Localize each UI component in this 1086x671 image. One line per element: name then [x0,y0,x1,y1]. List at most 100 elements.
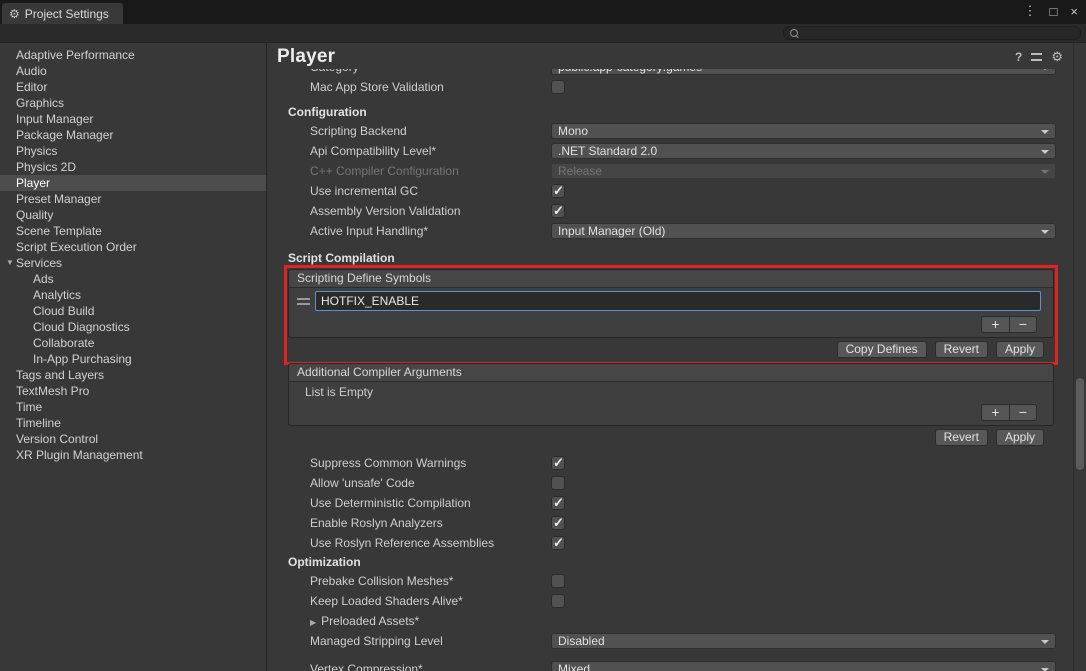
define-symbols-list: Scripting Define Symbols + − [288,269,1054,338]
sidebar-item-tags-and-layers[interactable]: Tags and Layers [0,367,266,383]
keep-loaded-shaders-alive-checkbox[interactable] [551,594,565,608]
sidebar-item-analytics[interactable]: Analytics [0,287,266,303]
row-prebake-collision-meshes: Prebake Collision Meshes* [267,571,1073,591]
sidebar-item-textmesh-pro[interactable]: TextMesh Pro [0,383,266,399]
sidebar-item-script-execution-order[interactable]: Script Execution Order [0,239,266,255]
sidebar-item-version-control[interactable]: Version Control [0,431,266,447]
remove-define-button[interactable]: − [1009,317,1036,332]
compiler-arguments-list: Additional Compiler Arguments List is Em… [288,363,1054,426]
script-compilation-section-header: Script Compilation [288,251,395,265]
gear-icon: ⚙ [9,6,20,21]
use-incremental-gc-checkbox[interactable] [551,183,565,199]
sidebar-item-in-app-purchasing[interactable]: In-App Purchasing [0,351,266,367]
page-title: Player [277,46,336,67]
dropdown-caret-icon [1041,230,1049,234]
active-input-handling-dropdown[interactable]: Input Manager (Old) [551,223,1056,239]
close-icon[interactable]: × [1070,4,1078,19]
dropdown-caret-icon [1041,150,1049,154]
suppress-common-warnings-checkbox[interactable] [551,455,565,471]
sidebar-item-package-manager[interactable]: Package Manager [0,127,266,143]
help-icon[interactable]: ? [1015,50,1022,64]
property-label: Prebake Collision Meshes* [310,574,454,588]
remove-argument-button[interactable]: − [1009,405,1036,420]
foldout-label: Preloaded Assets* [321,614,420,628]
configuration-section-header: Configuration [288,105,367,119]
search-input[interactable] [803,27,1074,39]
property-label: Allow 'unsafe' Code [310,476,415,490]
revert-defines-button[interactable]: Revert [934,341,988,358]
add-argument-button[interactable]: + [982,405,1009,420]
sidebar-item-audio[interactable]: Audio [0,63,266,79]
enable-roslyn-analyzers-checkbox[interactable] [551,515,565,531]
sidebar-item-ads[interactable]: Ads [0,271,266,287]
property-label: Enable Roslyn Analyzers [310,516,443,530]
sidebar-item-scene-template[interactable]: Scene Template [0,223,266,239]
dropdown-value: Input Manager (Old) [558,224,666,238]
row-scripting-backend: Scripting Backend Mono [267,121,1073,141]
dropdown-value: .NET Standard 2.0 [558,144,658,158]
sidebar-item-graphics[interactable]: Graphics [0,95,266,111]
toolbar [0,24,1086,43]
settings-menu-icon[interactable]: ⚙ [1051,49,1063,65]
property-label: Assembly Version Validation [310,204,461,218]
search-box[interactable] [783,26,1081,40]
prebake-collision-meshes-checkbox[interactable] [551,574,565,588]
dropdown-caret-icon [1041,170,1049,174]
window-menu-icon[interactable]: ⋮ [1024,3,1037,19]
mac-app-store-validation-checkbox[interactable] [551,80,565,94]
tab-project-settings[interactable]: ⚙ Project Settings [2,3,123,24]
optimization-section-header: Optimization [288,555,361,569]
define-symbol-input[interactable] [315,291,1041,311]
window-controls: ⋮ □ × [1024,0,1078,22]
row-use-deterministic-compilation: Use Deterministic Compilation [267,493,1073,513]
row-managed-stripping-level: Managed Stripping Level Disabled [267,631,1073,651]
use-roslyn-reference-assemblies-checkbox[interactable] [551,535,565,551]
vertical-scrollbar-thumb[interactable] [1076,378,1084,470]
sidebar-item-preset-manager[interactable]: Preset Manager [0,191,266,207]
sidebar-item-time[interactable]: Time [0,399,266,415]
sidebar-item-timeline[interactable]: Timeline [0,415,266,431]
sidebar-item-editor[interactable]: Editor [0,79,266,95]
category-dropdown[interactable]: public:app-category:games [551,69,1056,75]
settings-main-panel: Player ? ⚙ Category public:app-category:… [267,43,1073,671]
sidebar-item-services[interactable]: ▼ Services [0,255,266,271]
sidebar-item-collaborate[interactable]: Collaborate [0,335,266,351]
dropdown-value: Mono [558,124,589,138]
define-symbols-footer: + − [289,314,1053,337]
use-deterministic-compilation-checkbox[interactable] [551,495,565,511]
sidebar-item-physics[interactable]: Physics [0,143,266,159]
add-define-button[interactable]: + [982,317,1009,332]
sidebar-item-cloud-diagnostics[interactable]: Cloud Diagnostics [0,319,266,335]
sidebar-item-quality[interactable]: Quality [0,207,266,223]
managed-stripping-level-dropdown[interactable]: Disabled [551,633,1056,649]
row-active-input-handling: Active Input Handling* Input Manager (Ol… [267,221,1073,241]
sidebar-item-physics-2d[interactable]: Physics 2D [0,159,266,175]
sidebar-item-player[interactable]: Player [0,175,266,191]
define-symbol-entry [295,291,1041,311]
assembly-version-validation-checkbox[interactable] [551,203,565,219]
compiler-arguments-footer: + − [289,402,1053,425]
property-label: Use incremental GC [310,184,419,198]
presets-icon[interactable] [1031,52,1043,62]
allow-unsafe-code-checkbox[interactable] [551,476,565,490]
sidebar-item-xr-plugin-management[interactable]: XR Plugin Management [0,447,266,463]
sidebar-item-cloud-build[interactable]: Cloud Build [0,303,266,319]
row-api-compatibility-level: Api Compatibility Level* .NET Standard 2… [267,141,1073,161]
define-symbols-list-header: Scripting Define Symbols [289,270,1053,288]
row-preloaded-assets[interactable]: ▶ Preloaded Assets* [267,611,1073,631]
row-suppress-common-warnings: Suppress Common Warnings [267,453,1073,473]
drag-handle-icon[interactable] [297,297,310,305]
vertical-scrollbar[interactable] [1073,43,1086,671]
sidebar-item-adaptive-performance[interactable]: Adaptive Performance [0,47,266,63]
scripting-backend-dropdown[interactable]: Mono [551,123,1056,139]
property-label: Active Input Handling* [310,224,429,238]
copy-defines-button[interactable]: Copy Defines [836,341,927,358]
maximize-icon[interactable]: □ [1050,4,1058,19]
compiler-arguments-list-header: Additional Compiler Arguments [289,364,1053,382]
sidebar-item-input-manager[interactable]: Input Manager [0,111,266,127]
revert-arguments-button[interactable]: Revert [934,429,988,446]
apply-arguments-button[interactable]: Apply [995,429,1044,446]
api-compatibility-dropdown[interactable]: .NET Standard 2.0 [551,143,1056,159]
apply-defines-button[interactable]: Apply [995,341,1044,358]
vertex-compression-dropdown[interactable]: Mixed... [551,661,1056,671]
